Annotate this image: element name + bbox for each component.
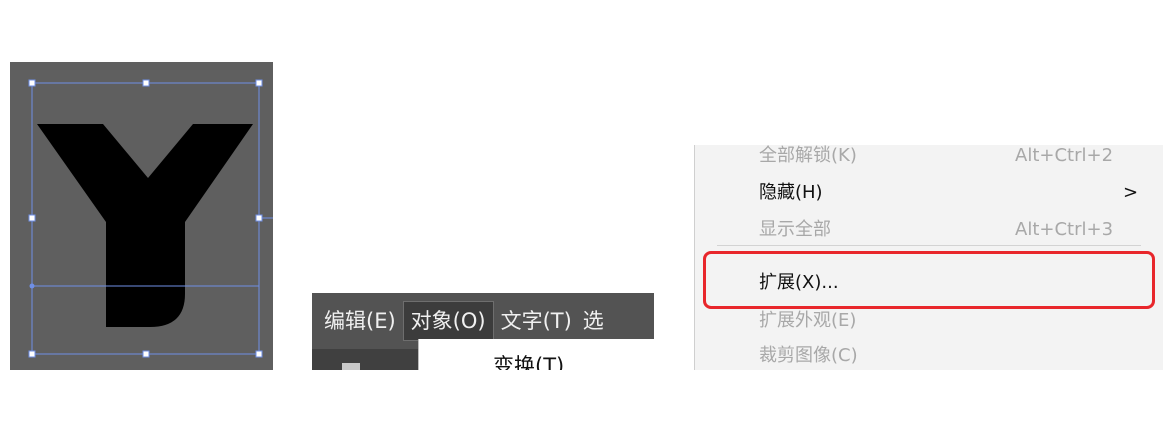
toolbar-swatch — [342, 363, 360, 370]
letter-y-shape[interactable] — [37, 124, 253, 327]
resize-handle-top[interactable] — [142, 79, 150, 87]
menu-item-label: 隐藏(H) — [759, 182, 823, 203]
resize-handle-top-right[interactable] — [255, 79, 263, 87]
menu-select-partial[interactable]: 选 — [579, 301, 604, 341]
artboard-canvas[interactable] — [10, 62, 273, 370]
object-dropdown-menu: 变换(T) — [418, 339, 655, 370]
resize-handle-bottom-left[interactable] — [28, 350, 36, 358]
anchor-point[interactable] — [29, 283, 35, 289]
menu-edit[interactable]: 编辑(E) — [312, 301, 403, 341]
resize-handle-bottom-right[interactable] — [255, 350, 263, 358]
menu-divider — [717, 245, 1141, 246]
artboard-svg — [28, 79, 273, 358]
menu-item-label: 全部解锁(K) — [759, 145, 857, 166]
menu-item-hide[interactable]: 隐藏(H) > — [695, 178, 1163, 208]
menu-item-transform[interactable]: 变换(T) — [493, 350, 564, 370]
resize-handle-bottom[interactable] — [142, 350, 150, 358]
chevron-right-icon: > — [1123, 182, 1139, 203]
menu-item-shortcut: Alt+Ctrl+3 — [1015, 219, 1114, 240]
menu-item-expand-appearance[interactable]: 扩展外观(E) — [695, 306, 1163, 336]
resize-handle-right[interactable] — [255, 214, 263, 222]
menu-item-label: 显示全部 — [759, 219, 831, 240]
menu-item-unlock-all[interactable]: 全部解锁(K) Alt+Ctrl+2 — [695, 145, 1163, 171]
menu-item-crop-image[interactable]: 裁剪图像(C) — [695, 341, 1163, 370]
highlight-annotation — [703, 251, 1155, 309]
menu-item-shortcut: Alt+Ctrl+2 — [1015, 145, 1114, 166]
resize-handle-left[interactable] — [28, 214, 36, 222]
menu-item-show-all[interactable]: 显示全部 Alt+Ctrl+3 — [695, 215, 1163, 245]
menu-item-label: 扩展外观(E) — [759, 310, 857, 331]
menu-type[interactable]: 文字(T) — [494, 301, 579, 341]
resize-handle-top-left[interactable] — [28, 79, 36, 87]
menu-item-label: 裁剪图像(C) — [759, 345, 858, 366]
menu-object[interactable]: 对象(O) — [402, 301, 494, 341]
